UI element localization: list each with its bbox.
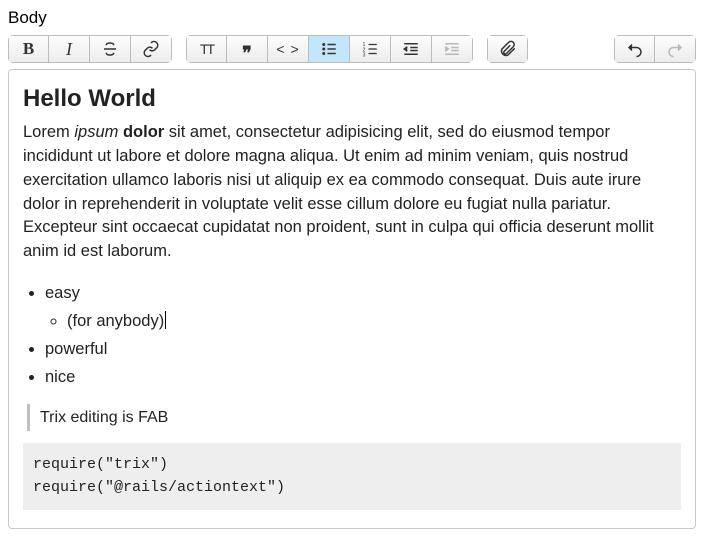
group-history [614,35,696,63]
content-blockquote[interactable]: Trix editing is FAB [27,404,681,431]
redo-button[interactable] [655,35,696,63]
number-list-icon: 123 [361,40,379,58]
link-icon [142,40,160,58]
bullet-list-button[interactable] [309,35,350,63]
group-text-style: B I [8,35,172,63]
code-button[interactable]: < > [268,35,309,63]
number-list-button[interactable]: 123 [350,35,391,63]
italic-button[interactable]: I [49,35,90,63]
list-item[interactable]: easy (for anybody) [45,282,681,334]
outdent-icon [402,40,420,58]
undo-icon [626,40,644,58]
bold-button[interactable]: B [8,35,49,63]
field-label: Body [8,8,696,28]
content-heading[interactable]: Hello World [23,82,681,117]
bold-icon: B [23,39,34,59]
content-list[interactable]: easy (for anybody) powerful nice [23,282,681,390]
outdent-button[interactable] [391,35,432,63]
list-item[interactable]: (for anybody) [67,310,681,334]
link-button[interactable] [131,35,172,63]
heading-icon: TT [200,41,213,57]
svg-text:3: 3 [363,53,366,59]
list-item[interactable]: nice [45,366,681,390]
indent-icon [443,40,461,58]
undo-button[interactable] [614,35,655,63]
heading-button[interactable]: TT [186,35,227,63]
group-attach [487,35,528,63]
indent-button[interactable] [432,35,473,63]
paperclip-icon [499,40,517,58]
quote-button[interactable]: ❞ [227,35,268,63]
strike-button[interactable] [90,35,131,63]
bullet-list-icon [320,40,338,58]
editor-toolbar: B I TT ❞ < > 123 [8,32,696,69]
group-block-style: TT ❞ < > 123 [186,35,473,63]
code-icon: < > [276,41,299,57]
list-item[interactable]: powerful [45,338,681,362]
content-paragraph[interactable]: Lorem ipsum dolor sit amet, consectetur … [23,121,681,265]
attach-button[interactable] [487,35,528,63]
content-code-block[interactable]: require("trix") require("@rails/actionte… [23,443,681,510]
redo-icon [666,40,684,58]
italic-icon: I [66,39,72,60]
strike-icon [101,40,119,58]
quote-icon: ❞ [242,42,252,56]
editor-content[interactable]: Hello World Lorem ipsum dolor sit amet, … [8,69,696,529]
